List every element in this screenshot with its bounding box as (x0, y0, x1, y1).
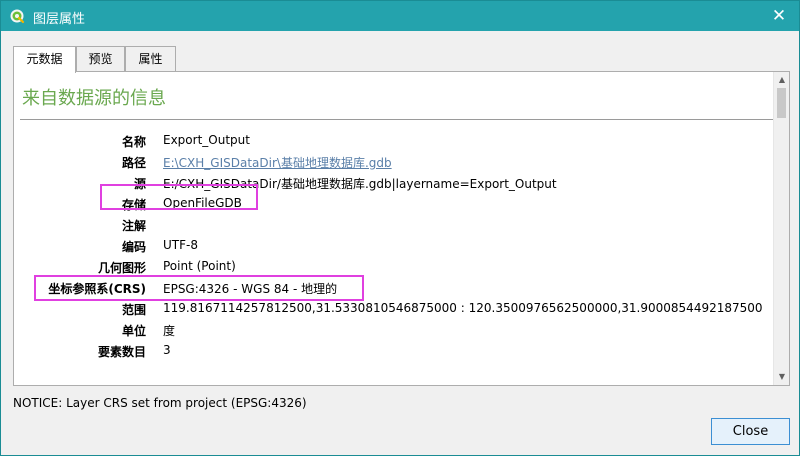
row-value: 119.8167114257812500,31.5330810546875000… (163, 301, 763, 315)
row-label: 编码 (121, 240, 146, 254)
metadata-row-source: 源 E:/CXH_GISDataDir/基础地理数据库.gdb|layernam… (14, 175, 773, 195)
metadata-row-crs: 坐标参照系(CRS) EPSG:4326 - WGS 84 - 地理的 (14, 280, 773, 300)
scroll-thumb[interactable] (777, 88, 786, 118)
scroll-up-icon[interactable]: ▲ (774, 72, 790, 88)
row-value: 3 (163, 343, 171, 357)
row-label: 范围 (121, 303, 146, 317)
row-label: 路径 (121, 156, 146, 170)
row-label: 注解 (121, 219, 146, 233)
notice-message: NOTICE: Layer CRS set from project (EPSG… (13, 396, 307, 410)
row-label: 几何图形 (97, 261, 146, 275)
metadata-panel: 来自数据源的信息 名称 Export_Output 路径 E:\CXH_GISD… (13, 71, 790, 386)
row-label: 坐标参照系(CRS) (48, 282, 146, 296)
row-label: 名称 (121, 135, 146, 149)
metadata-content: 来自数据源的信息 名称 Export_Output 路径 E:\CXH_GISD… (14, 72, 773, 385)
tab-attributes[interactable]: 属性 (125, 46, 176, 72)
row-value: 度 (163, 324, 176, 338)
title-bar[interactable]: 图层属性 ✕ (1, 1, 799, 31)
divider (20, 119, 773, 120)
row-label: 存储 (121, 198, 146, 212)
metadata-row-geometry: 几何图形 Point (Point) (14, 259, 773, 279)
section-heading: 来自数据源的信息 (22, 88, 166, 109)
tab-metadata[interactable]: 元数据 (13, 46, 76, 73)
layer-properties-dialog: 图层属性 ✕ 元数据 预览 属性 来自数据源的信息 名称 Export_Outp… (0, 0, 800, 456)
row-label: 要素数目 (97, 345, 146, 359)
metadata-row-feature-count: 要素数目 3 (14, 343, 773, 363)
metadata-row-unit: 单位 度 (14, 322, 773, 342)
window-title: 图层属性 (33, 12, 86, 27)
close-button[interactable]: Close (711, 418, 790, 445)
tab-preview[interactable]: 预览 (76, 46, 125, 72)
row-value: Point (Point) (163, 259, 236, 273)
metadata-row-path: 路径 E:\CXH_GISDataDir\基础地理数据库.gdb (14, 154, 773, 174)
metadata-row-extent: 范围 119.8167114257812500,31.5330810546875… (14, 301, 773, 321)
row-value: E:/CXH_GISDataDir/基础地理数据库.gdb|layername=… (163, 177, 557, 191)
path-link[interactable]: E:\CXH_GISDataDir\基础地理数据库.gdb (163, 154, 392, 171)
row-value: UTF-8 (163, 238, 198, 252)
metadata-row-name: 名称 Export_Output (14, 133, 773, 153)
row-value: Export_Output (163, 133, 250, 147)
qgis-icon (10, 9, 25, 24)
row-value: OpenFileGDB (163, 196, 242, 210)
metadata-row-storage: 存储 OpenFileGDB (14, 196, 773, 216)
vertical-scrollbar[interactable]: ▲ ▼ (773, 72, 789, 385)
row-value: EPSG:4326 - WGS 84 - 地理的 (163, 282, 338, 296)
metadata-row-comment: 注解 (14, 217, 773, 237)
metadata-row-encoding: 编码 UTF-8 (14, 238, 773, 258)
row-label: 源 (133, 177, 146, 191)
close-icon[interactable]: ✕ (759, 1, 799, 31)
row-label: 单位 (121, 324, 146, 338)
scroll-down-icon[interactable]: ▼ (774, 369, 790, 385)
